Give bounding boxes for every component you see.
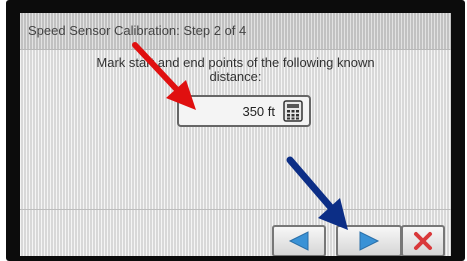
next-button[interactable]	[336, 225, 402, 256]
title-bar: Speed Sensor Calibration: Step 2 of 4	[20, 13, 451, 50]
navigation-bar	[20, 209, 451, 256]
calculator-icon[interactable]	[283, 100, 303, 122]
instruction-line-2: distance:	[209, 69, 262, 84]
dialog-title: Speed Sensor Calibration: Step 2 of 4	[28, 23, 247, 38]
display-screen: Speed Sensor Calibration: Step 2 of 4 Ma…	[20, 13, 451, 256]
instruction-line-1: Mark start and end points of the followi…	[96, 55, 375, 70]
back-button[interactable]	[272, 225, 326, 256]
close-x-icon	[414, 232, 432, 250]
distance-field[interactable]: 350 ft	[177, 95, 311, 127]
arrow-right-icon	[359, 231, 380, 251]
cancel-button[interactable]	[401, 225, 445, 256]
photo-background: Speed Sensor Calibration: Step 2 of 4 Ma…	[0, 0, 467, 261]
nav-divider	[20, 209, 451, 210]
distance-value: 350 ft	[242, 104, 275, 119]
instruction-text: Mark start and end points of the followi…	[20, 56, 451, 84]
arrow-left-icon	[288, 231, 309, 251]
